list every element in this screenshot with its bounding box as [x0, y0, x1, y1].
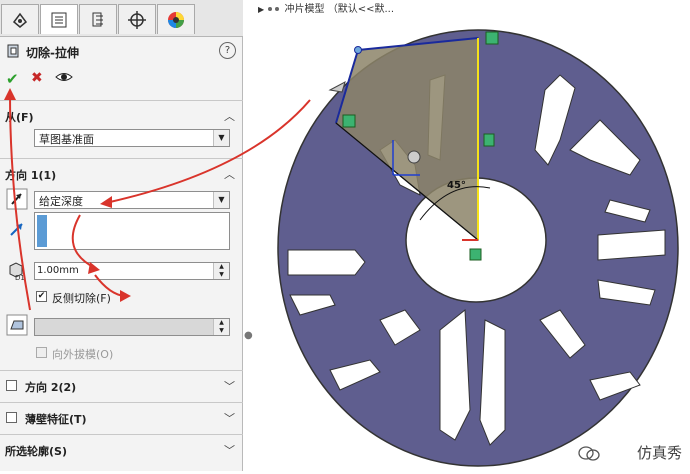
- section-from-label: 从(F): [5, 111, 34, 124]
- extruded-cut-icon: [7, 44, 19, 58]
- feature-header: 切除-拉伸 ?: [4, 40, 240, 62]
- divider: [0, 158, 243, 159]
- direction-reference-list[interactable]: [34, 212, 230, 250]
- reverse-direction-icon[interactable]: [6, 188, 28, 210]
- sketch-point[interactable]: [354, 46, 362, 54]
- depth-value: 1.00mm: [37, 265, 79, 276]
- section-direction1-label: 方向 1(1): [5, 169, 57, 182]
- appearance-icon: [168, 11, 184, 28]
- divider: [0, 370, 243, 371]
- feature-title: 切除-拉伸: [26, 46, 79, 60]
- angle-dimension[interactable]: 45°: [447, 180, 466, 191]
- property-manager: 切除-拉伸 ? ✔ ✖ 从(F) ︿ 草图基准面 ▼ 方向 1(1) ︿ 给定深…: [0, 0, 243, 471]
- section-thin-feature-label: 薄壁特征(T): [25, 413, 87, 426]
- tab-property-manager[interactable]: [40, 4, 78, 34]
- divider: [0, 100, 243, 101]
- from-condition-select[interactable]: 草图基准面 ▼: [34, 129, 230, 147]
- cancel-button[interactable]: ✖: [31, 70, 43, 86]
- manager-tabs: [0, 0, 243, 37]
- tab-dimxpert-manager[interactable]: [118, 4, 156, 34]
- crosshair-icon: [128, 10, 146, 29]
- section-thin-feature-header[interactable]: 薄壁特征(T) ﹀: [20, 408, 243, 428]
- section-direction2-header[interactable]: 方向 2(2) ﹀: [20, 376, 243, 396]
- property-list-icon: [51, 12, 67, 27]
- coincident-relation-icon[interactable]: [342, 114, 356, 128]
- tab-feature-manager[interactable]: [1, 4, 39, 34]
- coincident-relation-icon[interactable]: [469, 248, 482, 261]
- section-selected-contours-label: 所选轮廓(S): [5, 445, 67, 458]
- from-condition-value: 草图基准面: [39, 133, 94, 146]
- section-selected-contours-header[interactable]: 所选轮廓(S) ﹀: [0, 440, 243, 460]
- divider: [0, 402, 243, 403]
- dropdown-arrow-icon[interactable]: ▼: [213, 192, 229, 208]
- spinner-buttons[interactable]: ▲ ▼: [213, 263, 229, 279]
- feature-tree-breadcrumb[interactable]: ▶ 冲片模型 （默认<<默...: [258, 0, 395, 15]
- coincident-relation-icon[interactable]: [485, 31, 499, 45]
- tab-display-manager[interactable]: [157, 4, 195, 34]
- part-icon: [268, 7, 280, 11]
- thin-feature-checkbox[interactable]: [6, 412, 17, 423]
- model-name: 冲片模型 （默认<<默...: [284, 4, 395, 15]
- section-from-header[interactable]: 从(F) ︿: [0, 106, 243, 126]
- flip-side-label: 反侧切除(F): [52, 292, 111, 305]
- selection-highlight: [37, 215, 47, 247]
- divider: [0, 434, 243, 435]
- depth-dimension-icon: D1: [9, 262, 25, 282]
- chevron-down-icon[interactable]: ﹀: [224, 378, 235, 394]
- preview-eye-icon[interactable]: [55, 70, 73, 84]
- flip-side-checkbox[interactable]: ✔: [36, 291, 47, 302]
- feature-tree-icon: [12, 12, 28, 28]
- depth-input[interactable]: 1.00mm ▲ ▼: [34, 262, 230, 280]
- graphics-viewport[interactable]: 45°: [244, 0, 690, 471]
- draft-angle-input: ▲ ▼: [34, 318, 230, 336]
- model-view[interactable]: 45°: [244, 0, 690, 471]
- draft-outward-label: 向外拔模(O): [52, 348, 114, 361]
- section-direction1-header[interactable]: 方向 1(1) ︿: [0, 164, 243, 184]
- drag-handle-icon[interactable]: [328, 80, 346, 93]
- tab-configuration-manager[interactable]: [79, 4, 117, 34]
- help-button[interactable]: ?: [219, 42, 236, 59]
- chevron-down-icon[interactable]: ﹀: [224, 442, 235, 458]
- chevron-down-icon[interactable]: ﹀: [224, 410, 235, 426]
- draft-icon[interactable]: [6, 314, 28, 336]
- spinner-buttons: ▲ ▼: [213, 319, 229, 335]
- drag-handle-icon[interactable]: [407, 150, 421, 164]
- end-condition-select[interactable]: 给定深度 ▼: [34, 191, 230, 209]
- draft-outward-checkbox: [36, 347, 47, 358]
- section-direction2-label: 方向 2(2): [25, 381, 77, 394]
- direction-vector-icon: [10, 223, 23, 236]
- svg-text:D1: D1: [15, 274, 25, 282]
- expand-arrow-icon[interactable]: ▶: [258, 5, 264, 14]
- vertical-relation-icon[interactable]: [483, 133, 495, 147]
- wechat-icon: [578, 446, 600, 461]
- chevron-up-icon[interactable]: ︿: [224, 108, 235, 124]
- chevron-up-icon[interactable]: ︿: [224, 166, 235, 182]
- end-condition-value: 给定深度: [39, 195, 83, 208]
- configuration-icon: [92, 12, 103, 26]
- direction2-checkbox[interactable]: [6, 380, 17, 391]
- watermark-text: 仿真秀: [636, 444, 682, 462]
- dropdown-arrow-icon[interactable]: ▼: [213, 130, 229, 146]
- ok-button[interactable]: ✔: [6, 70, 19, 88]
